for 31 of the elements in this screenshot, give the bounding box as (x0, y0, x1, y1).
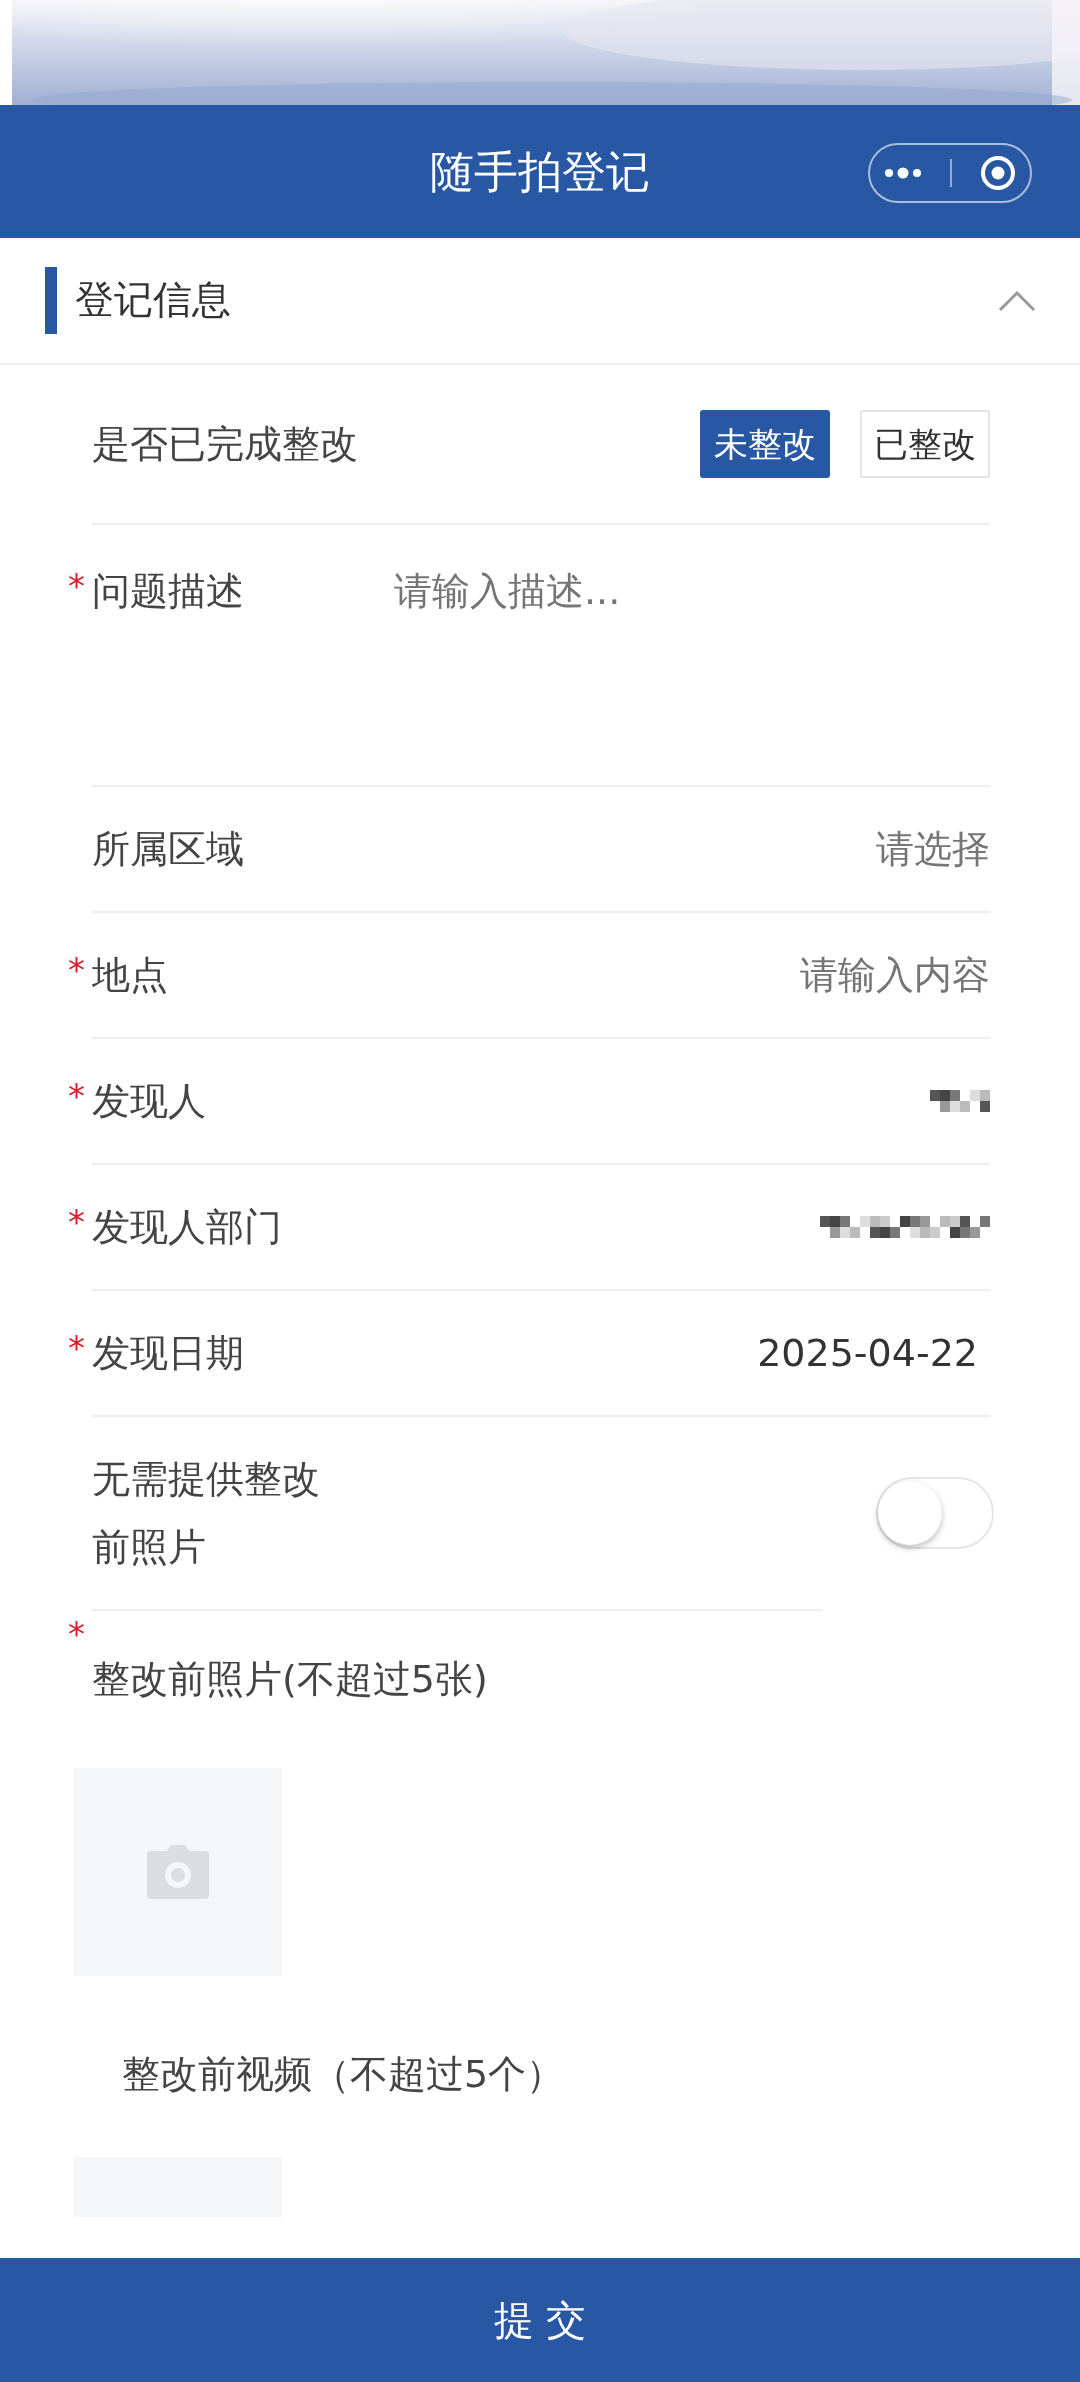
section-marker (45, 267, 57, 334)
page-title: 随手拍登记 (430, 144, 650, 199)
field-label: 是否已完成整改 (92, 420, 358, 468)
section-title: 登记信息 (75, 276, 231, 325)
more-icon[interactable] (884, 167, 922, 179)
redacted-value (930, 1090, 990, 1112)
field-label: 问题描述 (92, 569, 244, 613)
required-mark: * (68, 948, 85, 992)
option-button[interactable]: 已整改 (860, 409, 990, 479)
chevron-up-icon[interactable] (998, 289, 1036, 312)
required-mark: * (68, 1074, 85, 1118)
option-button[interactable]: 未整改 (700, 409, 830, 479)
required-mark: * (68, 1326, 85, 1370)
field-label: 整改前照片(不超过5张) (92, 1657, 488, 1701)
field-label: 发现日期 (92, 1330, 244, 1375)
required-mark: * (68, 1613, 85, 1656)
required-mark: * (68, 565, 85, 608)
field-label: 无需提供整改前照片 (92, 1456, 320, 1569)
field-label: 地点 (92, 952, 168, 997)
field-label: 整改前视频（不超过5个） (122, 2052, 565, 2096)
capsule-menu[interactable] (868, 143, 1032, 203)
upload-tile[interactable] (74, 1768, 282, 1976)
field-label: 发现人部门 (92, 1204, 282, 1249)
field-label: 所属区域 (92, 826, 244, 871)
required-mark: * (68, 1200, 85, 1244)
close-icon[interactable] (980, 155, 1016, 191)
date-value[interactable]: 2025-04-22 (757, 1324, 978, 1382)
field-label: 发现人 (92, 1078, 206, 1123)
submit-button[interactable]: 提 交 (0, 2258, 1080, 2382)
camera-icon (147, 1845, 209, 1899)
toggle-switch[interactable] (876, 1477, 994, 1549)
